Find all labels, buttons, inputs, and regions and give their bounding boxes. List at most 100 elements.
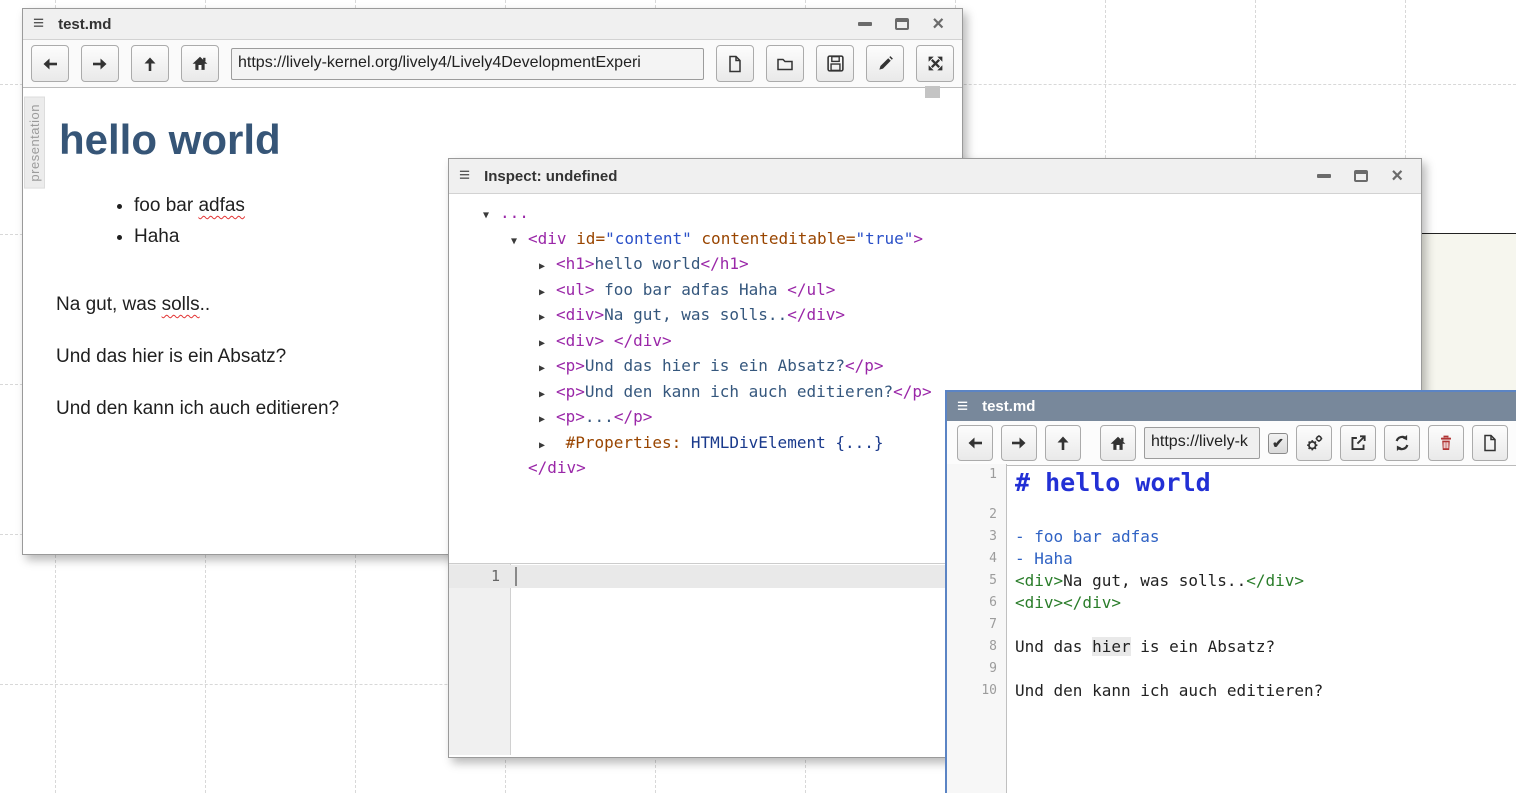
line-number-gutter: [947, 702, 1007, 793]
window-title: test.md: [982, 398, 1035, 415]
home-button[interactable]: [181, 45, 219, 82]
line-code: - foo bar adfas: [1007, 526, 1160, 548]
folder-button[interactable]: [766, 45, 804, 82]
forward-button[interactable]: [81, 45, 119, 82]
editor-line[interactable]: 7: [947, 614, 1516, 636]
window-title: Inspect: undefined: [484, 168, 617, 185]
text-run: foo bar: [134, 195, 198, 216]
text-run: Haha: [134, 226, 179, 247]
editor-line[interactable]: 8Und das hier is ein Absatz?: [947, 636, 1516, 658]
forward-button[interactable]: [1001, 425, 1037, 461]
line-code: # hello world: [1007, 464, 1211, 504]
text-cursor: [515, 567, 517, 586]
editor-line[interactable]: 4- Haha: [947, 548, 1516, 570]
editor-line[interactable]: 3- foo bar adfas: [947, 526, 1516, 548]
markdown-heading: hello world: [59, 116, 962, 164]
line-number: 1: [449, 567, 511, 585]
back-button[interactable]: [31, 45, 69, 82]
line-number: 1: [947, 464, 1007, 504]
minimize-icon[interactable]: [858, 22, 872, 26]
up-button[interactable]: [131, 45, 169, 82]
expand-triangle-icon[interactable]: ▶: [539, 358, 556, 381]
titlebar[interactable]: ≡ Inspect: undefined ×: [449, 159, 1421, 194]
editor-line[interactable]: 2: [947, 504, 1516, 526]
delete-trash-button[interactable]: [1428, 425, 1464, 461]
editor-line[interactable]: 1# hello world: [947, 464, 1516, 504]
line-code: - Haha: [1007, 548, 1073, 570]
collapse-triangle-icon[interactable]: ▼: [483, 205, 500, 228]
url-input[interactable]: https://lively-k: [1144, 427, 1260, 459]
navigation-toolbar: https://lively-kernel.org/lively4/Lively…: [23, 40, 962, 88]
line-code: Und das hier is ein Absatz?: [1007, 636, 1275, 658]
tree-row[interactable]: ▼...: [483, 202, 1421, 228]
home-button[interactable]: [1100, 425, 1136, 461]
maximize-icon[interactable]: [1354, 170, 1368, 182]
settings-gears-button[interactable]: [1296, 425, 1332, 461]
line-number: 8: [947, 636, 1007, 658]
expand-triangle-icon[interactable]: ▶: [539, 307, 556, 330]
tree-row[interactable]: ▶<p>Und das hier is ein Absatz?</p>: [483, 355, 1421, 381]
titlebar[interactable]: ≡ test.md ×: [23, 9, 962, 40]
tree-row[interactable]: ▶<ul> foo bar adfas Haha </ul>: [483, 279, 1421, 305]
url-input[interactable]: https://lively-kernel.org/lively4/Lively…: [231, 48, 704, 80]
line-code: [1007, 658, 1015, 680]
line-number: 10: [947, 680, 1007, 702]
partial-window-fragment: [1422, 233, 1516, 391]
back-button[interactable]: [957, 425, 993, 461]
window-markdown-editor: ≡ test.md https://lively-k ✔ 1# hello wo…: [945, 390, 1516, 793]
titlebar[interactable]: ≡ test.md: [947, 392, 1516, 421]
misspelled-word: solls: [162, 294, 200, 315]
expand-triangle-icon[interactable]: ▶: [539, 384, 556, 407]
presentation-tab[interactable]: presentation: [24, 97, 45, 189]
edit-pencil-button[interactable]: [866, 45, 904, 82]
line-number-gutter: [449, 564, 511, 755]
line-code: Und den kann ich auch editieren?: [1007, 680, 1323, 702]
line-number: 5: [947, 570, 1007, 592]
expand-triangle-icon[interactable]: ▶: [539, 333, 556, 356]
scrollbar-thumb[interactable]: [925, 86, 940, 98]
up-button[interactable]: [1045, 425, 1081, 461]
open-external-button[interactable]: [1340, 425, 1376, 461]
line-code: [1007, 614, 1015, 636]
expand-button[interactable]: [916, 45, 954, 82]
expand-triangle-icon[interactable]: ▶: [539, 435, 556, 458]
markdown-source-editor[interactable]: 1# hello world23- foo bar adfas4- Haha5<…: [947, 464, 1516, 793]
refresh-button[interactable]: [1384, 425, 1420, 461]
tree-row[interactable]: ▶<div> </div>: [483, 330, 1421, 356]
editor-line[interactable]: 5<div>Na gut, was solls..</div>: [947, 570, 1516, 592]
window-menu-icon[interactable]: ≡: [33, 13, 44, 35]
misspelled-word: adfas: [198, 195, 244, 216]
editor-line[interactable]: 6<div></div>: [947, 592, 1516, 614]
new-file-button[interactable]: [1472, 425, 1508, 461]
window-menu-icon[interactable]: ≡: [459, 165, 470, 187]
tree-row[interactable]: ▶<div>Na gut, was solls..</div>: [483, 304, 1421, 330]
text-run: Und das hier is ein Absatz?: [56, 346, 286, 367]
collapse-triangle-icon[interactable]: ▼: [511, 231, 528, 254]
save-button[interactable]: [816, 45, 854, 82]
expand-triangle-icon[interactable]: ▶: [539, 409, 556, 432]
text-run: Und den kann ich auch editieren?: [56, 398, 339, 419]
expand-triangle-icon[interactable]: ▶: [539, 282, 556, 305]
close-icon[interactable]: ×: [932, 17, 944, 31]
close-icon[interactable]: ×: [1391, 169, 1403, 183]
text-run: ..: [200, 294, 211, 315]
line-number: 7: [947, 614, 1007, 636]
window-title: test.md: [58, 16, 111, 33]
minimize-icon[interactable]: [1317, 174, 1331, 178]
line-number: 3: [947, 526, 1007, 548]
line-code: [1007, 504, 1015, 526]
line-number: 2: [947, 504, 1007, 526]
maximize-icon[interactable]: [895, 18, 909, 30]
tree-row[interactable]: ▶<h1>hello world</h1>: [483, 253, 1421, 279]
window-menu-icon[interactable]: ≡: [957, 396, 968, 418]
line-number: 6: [947, 592, 1007, 614]
url-checkbox[interactable]: ✔: [1268, 433, 1288, 454]
new-file-button[interactable]: [716, 45, 754, 82]
line-number: 4: [947, 548, 1007, 570]
line-number: 9: [947, 658, 1007, 680]
line-code: <div>Na gut, was solls..</div>: [1007, 570, 1304, 592]
expand-triangle-icon[interactable]: ▶: [539, 256, 556, 279]
tree-row[interactable]: ▼<div id="content" contenteditable="true…: [483, 228, 1421, 254]
editor-line[interactable]: 10Und den kann ich auch editieren?: [947, 680, 1516, 702]
editor-line[interactable]: 9: [947, 658, 1516, 680]
